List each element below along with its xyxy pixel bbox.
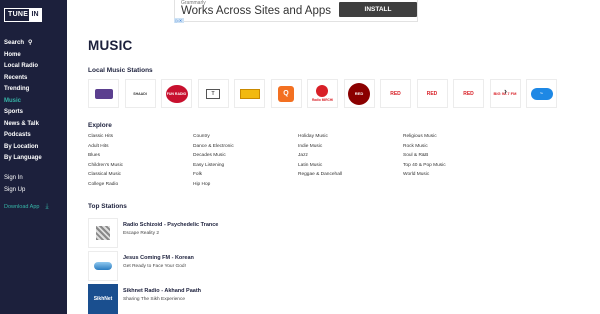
station-logo: Radio MIRCHI (312, 84, 333, 103)
logo-text: TUNE (8, 11, 29, 18)
genre-link[interactable]: Latin Music (298, 163, 322, 168)
account-nav: Sign In Sign Up (4, 173, 25, 196)
nav-music[interactable]: Music (4, 96, 64, 108)
station-logo: RED (463, 90, 474, 97)
nav-news-talk[interactable]: News & Talk (4, 119, 64, 131)
nav-podcasts[interactable]: Podcasts (4, 130, 64, 142)
station-logo: SikhNet (88, 284, 118, 314)
ad-choices-icon[interactable]: ▷✕ (174, 18, 184, 23)
station-logo (88, 251, 118, 281)
ad-install-button[interactable]: INSTALL (339, 2, 417, 17)
genre-link[interactable]: Jazz (298, 153, 308, 158)
station-logo: RED (348, 82, 370, 105)
nav-by-language[interactable]: By Language (4, 153, 64, 165)
search-icon: ⚲ (28, 40, 33, 47)
station-tile[interactable]: Radio MIRCHI (307, 79, 338, 108)
station-logo (94, 88, 113, 99)
station-tile[interactable] (234, 79, 265, 108)
station-logo (239, 88, 260, 99)
station-name: Sikhnet Radio - Akhand Paath (123, 288, 202, 294)
page-title: MUSIC (88, 38, 133, 53)
station-tile[interactable]: Q (270, 79, 302, 108)
station-tile[interactable]: RED (380, 79, 411, 108)
station-tile[interactable] (88, 79, 119, 108)
genre-link[interactable]: Hip Hop (193, 182, 210, 187)
station-tile[interactable]: ~ (526, 79, 557, 108)
genre-link[interactable]: Indie Music (298, 144, 322, 149)
sign-in-link[interactable]: Sign In (4, 173, 25, 185)
genre-link[interactable]: Rock Music (403, 144, 428, 149)
genre-link[interactable]: College Radio (88, 182, 118, 187)
local-stations-carousel: SHAADI FUN RADIO T Q Radio MIRCHI RED RE… (88, 79, 557, 108)
download-icon: ⤓ (45, 203, 49, 210)
genre-link[interactable]: Blues (88, 153, 100, 158)
nav-trending[interactable]: Trending (4, 84, 64, 96)
station-logo: T (206, 88, 220, 99)
nav-search[interactable]: Search ⚲ (4, 38, 64, 50)
download-app-link[interactable]: Download App ⤓ (4, 203, 49, 211)
genre-link[interactable]: Reggae & Dancehall (298, 172, 342, 177)
explore-heading: Explore (88, 122, 112, 129)
genre-link[interactable]: Adult Hits (88, 144, 109, 149)
nav-sports[interactable]: Sports (4, 107, 64, 119)
genre-link[interactable]: Decades Music (193, 153, 226, 158)
station-logo: FUN RADIO (165, 84, 188, 103)
nav-local-radio[interactable]: Local Radio (4, 61, 64, 73)
sidebar: TUNE IN Search ⚲ Home Local Radio Recent… (0, 0, 67, 314)
nav-by-location[interactable]: By Location (4, 142, 64, 154)
station-tagline: Sharing The Sikh Experience (123, 297, 186, 302)
genre-link[interactable]: Country (193, 134, 210, 139)
station-row[interactable]: Jesus Coming FM - Korean Get Ready to Fa… (88, 251, 388, 281)
local-stations-heading: Local Music Stations (88, 67, 153, 74)
station-tile[interactable]: FUN RADIO (161, 79, 192, 108)
ad-title: Works Across Sites and Apps (181, 5, 331, 17)
nav-home[interactable]: Home (4, 50, 64, 62)
station-tagline: Get Ready to Face Your God! (123, 264, 186, 269)
station-logo: SHAADI (133, 91, 147, 96)
genre-link[interactable]: Folk (193, 172, 202, 177)
station-logo: RED (390, 90, 401, 97)
station-tile[interactable]: SHAADI (124, 79, 156, 108)
nav-recents[interactable]: Recents (4, 73, 64, 85)
tunein-logo[interactable]: TUNE IN (4, 8, 42, 22)
genre-link[interactable]: Soul & R&B (403, 153, 428, 158)
genre-link[interactable]: Easy Listening (193, 163, 224, 168)
main-nav: Search ⚲ Home Local Radio Recents Trendi… (4, 38, 64, 165)
station-tile[interactable]: T (197, 79, 229, 108)
sign-up-link[interactable]: Sign Up (4, 185, 25, 197)
genre-link[interactable]: Holiday Music (298, 134, 328, 139)
genre-link[interactable]: Dance & Electronic (193, 144, 234, 149)
genre-link[interactable]: Classical Music (88, 172, 121, 177)
logo-badge: IN (29, 9, 41, 21)
genre-link[interactable]: World Music (403, 172, 429, 177)
genre-link[interactable]: Religious Music (403, 134, 437, 139)
station-logo: RED (426, 90, 438, 97)
station-tagline: Escape Reality 2 (123, 231, 159, 236)
station-row[interactable]: Radio Schizoid - Psychedelic Trance Esca… (88, 218, 388, 248)
station-tile[interactable]: RED (453, 79, 484, 108)
genre-link[interactable]: Children's Music (88, 163, 123, 168)
station-name: Radio Schizoid - Psychedelic Trance (123, 222, 219, 228)
top-stations-heading: Top Stations (88, 203, 127, 210)
genre-link[interactable]: Top 40 & Pop Music (403, 163, 446, 168)
carousel-next-arrow-icon[interactable]: › (504, 86, 507, 96)
station-tile[interactable]: RED (343, 79, 375, 108)
station-logo: Q (278, 85, 294, 102)
station-logo: ~ (530, 87, 553, 100)
genre-link[interactable]: Classic Hits (88, 134, 113, 139)
station-row[interactable]: SikhNet Sikhnet Radio - Akhand Paath Sha… (88, 284, 388, 314)
station-name: Jesus Coming FM - Korean (123, 255, 194, 261)
station-tile[interactable]: RED (416, 79, 448, 108)
station-logo (88, 218, 118, 248)
